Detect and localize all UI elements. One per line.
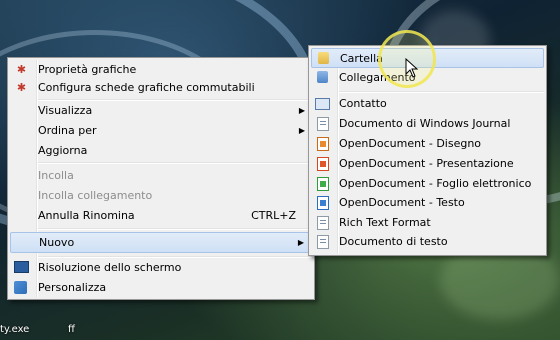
menu-item-label: Incolla collegamento: [38, 189, 153, 202]
menu-item-label: Personalizza: [38, 281, 107, 294]
desktop-icon-label[interactable]: ty.exe: [0, 324, 29, 335]
menu-item-label: Ordina per: [38, 124, 97, 137]
menu-separator: [38, 228, 312, 230]
rtf-icon: [317, 216, 329, 230]
menu-item-label: OpenDocument - Testo: [339, 196, 465, 209]
desktop-context-menu: ✱ Proprietà grafiche ✱ Configura schede …: [7, 57, 315, 300]
menu-item-undo-rename[interactable]: Annulla Rinomina CTRL+Z: [10, 206, 312, 225]
submenu-arrow-icon: ▶: [297, 238, 304, 247]
menu-item-label: Rich Text Format: [339, 216, 431, 229]
personalize-icon: [14, 281, 27, 294]
menu-item-refresh[interactable]: Aggiorna: [10, 141, 312, 160]
menu-item-label: Documento di Windows Journal: [339, 117, 511, 130]
menu-item-label: Contatto: [339, 97, 387, 110]
ods-icon: [317, 177, 329, 191]
menu-item-label: OpenDocument - Foglio elettronico: [339, 177, 532, 190]
odp-icon: [317, 157, 329, 171]
submenu-arrow-icon: ▶: [298, 126, 305, 135]
menu-separator: [339, 91, 544, 93]
menu-item-switchable-graphics[interactable]: ✱ Configura schede grafiche commutabili: [10, 78, 312, 97]
switchable-graphics-icon: ✱: [16, 81, 27, 94]
menu-item-label: Annulla Rinomina: [38, 209, 135, 222]
menu-item-shortcut: CTRL+Z: [251, 209, 296, 222]
submenu-item-ods[interactable]: OpenDocument - Foglio elettronico: [311, 174, 544, 193]
submenu-item-journal[interactable]: Documento di Windows Journal: [311, 114, 544, 133]
contact-icon: [315, 98, 330, 110]
menu-item-paste[interactable]: Incolla: [10, 166, 312, 185]
menu-item-screen-resolution[interactable]: Risoluzione dello schermo: [10, 258, 312, 277]
menu-item-new[interactable]: Nuovo ▶: [10, 232, 312, 253]
menu-item-label: Aggiorna: [38, 144, 88, 157]
submenu-item-odp[interactable]: OpenDocument - Presentazione: [311, 154, 544, 173]
menu-item-label: Incolla: [38, 169, 74, 182]
odt-icon: [317, 196, 329, 210]
folder-icon: [318, 52, 329, 64]
menu-item-sort-by[interactable]: Ordina per ▶: [10, 121, 312, 140]
menu-item-label: Proprietà grafiche: [38, 63, 137, 76]
submenu-item-odg[interactable]: OpenDocument - Disegno: [311, 134, 544, 153]
menu-item-label: OpenDocument - Disegno: [339, 137, 482, 150]
desktop-icon-label[interactable]: ff: [68, 324, 75, 335]
graphics-properties-icon: ✱: [16, 63, 27, 76]
shortcut-icon: [317, 71, 328, 83]
submenu-item-text-document[interactable]: Documento di testo: [311, 232, 544, 251]
submenu-item-rtf[interactable]: Rich Text Format: [311, 213, 544, 232]
mouse-cursor-icon: [405, 58, 419, 78]
submenu-item-odt[interactable]: OpenDocument - Testo: [311, 193, 544, 212]
submenu-arrow-icon: ▶: [298, 106, 305, 115]
menu-item-label: Risoluzione dello schermo: [38, 261, 182, 274]
menu-item-label: Cartella: [340, 52, 383, 65]
menu-item-personalize[interactable]: Personalizza: [10, 278, 312, 297]
odg-icon: [317, 137, 329, 151]
text-document-icon: [317, 235, 329, 249]
menu-item-label: Configura schede grafiche commutabili: [38, 81, 255, 94]
journal-icon: [317, 117, 329, 131]
menu-item-label: Documento di testo: [339, 235, 448, 248]
menu-item-graphics-properties[interactable]: ✱ Proprietà grafiche: [10, 60, 312, 79]
menu-item-view[interactable]: Visualizza ▶: [10, 101, 312, 120]
monitor-icon: [14, 261, 29, 273]
menu-item-label: Nuovo: [39, 236, 75, 249]
submenu-item-contact[interactable]: Contatto: [311, 94, 544, 113]
menu-item-label: OpenDocument - Presentazione: [339, 157, 514, 170]
menu-separator: [38, 162, 312, 164]
menu-item-paste-shortcut[interactable]: Incolla collegamento: [10, 186, 312, 205]
menu-item-label: Visualizza: [38, 104, 93, 117]
